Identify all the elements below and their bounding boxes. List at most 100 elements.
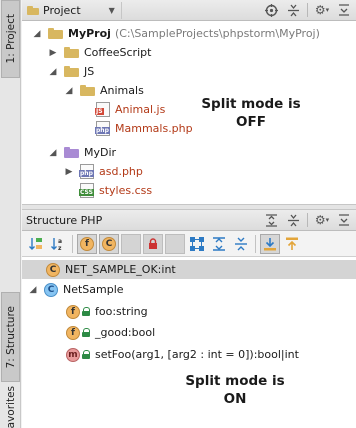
tree-item-asd-php[interactable]: ▶ php asd.php (64, 162, 143, 181)
tree-item-label: JS (84, 65, 95, 78)
toolbar-separator (255, 234, 256, 253)
toolbar-separator (72, 234, 73, 253)
project-panel: Project ▼ ⚙ ▾ ◢ MyProj (C:\SampleProjects… (22, 0, 356, 206)
tree-item-setfoo[interactable]: m setFoo(arg1, [arg2 : int = 0]):bool|in… (66, 345, 299, 364)
autoscroll-to-source-icon[interactable] (260, 233, 280, 254)
php-file-icon: php (95, 121, 110, 136)
collapse-all-structure-icon[interactable] (231, 234, 251, 254)
tree-item-label: setFoo(arg1, [arg2 : int = 0]):bool|int (95, 348, 299, 361)
structure-panel: Structure PHP ⚙ ▾ az f C C NET_SAMPLE_OK… (22, 210, 356, 428)
php-file-icon: php (79, 164, 94, 179)
folder-icon (80, 85, 95, 96)
structure-tool-window-label: 7: Structure (4, 305, 17, 369)
project-header-actions: ⚙ ▾ (263, 2, 352, 18)
method-icon: m (66, 347, 80, 362)
show-non-public-icon[interactable] (143, 233, 163, 254)
expanded-arrow-icon[interactable]: ◢ (28, 285, 38, 295)
expand-all-structure-icon[interactable] (209, 234, 229, 254)
structure-header-actions: ⚙ ▾ (263, 212, 352, 228)
folder-icon (48, 28, 63, 39)
tree-item-styles-css[interactable]: CSS styles.css (79, 181, 153, 200)
favorites-tool-window-button[interactable]: avorites (1, 386, 20, 428)
header-separator (307, 3, 308, 17)
tree-item-foo[interactable]: f foo:string (66, 302, 148, 321)
show-fields-icon[interactable]: f (77, 233, 97, 254)
collapsed-arrow-icon[interactable]: ▶ (64, 167, 74, 177)
field-icon: f (66, 325, 80, 340)
show-properties-icon[interactable] (121, 233, 141, 254)
tree-item-label: NetSample (63, 283, 124, 296)
class-icon: C (44, 282, 58, 297)
expanded-arrow-icon[interactable]: ◢ (32, 29, 42, 39)
sort-alphabetically-icon[interactable]: az (48, 234, 68, 254)
locate-target-icon[interactable] (263, 2, 279, 18)
favorites-tool-window-label: avorites (4, 386, 17, 428)
tree-item-good[interactable]: f _good:bool (66, 323, 155, 342)
tree-item-mydir[interactable]: ◢ MyDir (48, 143, 117, 162)
structure-toolbar: az f C (22, 231, 356, 257)
expanded-arrow-icon[interactable]: ◢ (48, 148, 58, 158)
public-lock-icon (82, 328, 91, 337)
settings-gear-icon[interactable]: ⚙ ▾ (314, 2, 330, 18)
tree-item-coffeescript[interactable]: ▶ CoffeeScript (48, 43, 152, 62)
collapse-all-icon[interactable] (285, 212, 301, 228)
sort-by-type-icon[interactable] (26, 234, 46, 254)
expanded-arrow-icon[interactable]: ◢ (48, 67, 58, 77)
tree-item-label: styles.css (99, 184, 153, 197)
tree-item-label: foo:string (95, 305, 148, 318)
field-icon: f (66, 304, 80, 319)
tree-item-label: Animals (100, 84, 144, 97)
tree-item-label: MyProj (68, 27, 111, 40)
constant-icon: C (46, 262, 60, 277)
project-panel-title: Project (43, 3, 81, 17)
project-panel-header: Project ▼ ⚙ ▾ (22, 0, 356, 21)
autoscroll-from-source-icon[interactable] (282, 234, 302, 254)
show-constants-icon[interactable]: C (99, 233, 119, 254)
settings-gear-icon[interactable]: ⚙ ▾ (314, 212, 330, 228)
structure-panel-header: Structure PHP ⚙ ▾ (22, 210, 356, 231)
tree-item-animal-js[interactable]: JS Animal.js (95, 100, 166, 119)
folder-icon (64, 47, 79, 58)
hide-panel-icon[interactable] (336, 2, 352, 18)
tree-item-label: Animal.js (115, 103, 166, 116)
tree-item-netsample[interactable]: ◢ C NetSample (28, 280, 124, 299)
folder-icon (64, 66, 79, 77)
collapse-all-icon[interactable] (285, 2, 301, 18)
svg-text:z: z (58, 245, 62, 252)
svg-text:a: a (58, 238, 62, 245)
public-lock-icon (82, 307, 91, 316)
tree-item-myproj[interactable]: ◢ MyProj (C:\SampleProjects\phpstorm\MyP… (32, 24, 320, 43)
tree-item-mammals-php[interactable]: php Mammals.php (95, 119, 193, 138)
project-view-selector[interactable]: Project ▼ (24, 1, 122, 19)
note-line: Split mode is (201, 96, 301, 112)
project-tool-window-label: 1: Project (4, 14, 17, 64)
split-mode-on-note: Split mode is ON (176, 372, 294, 408)
folder-icon (64, 147, 79, 158)
structure-panel-title: Structure PHP (26, 213, 103, 227)
structure-tool-window-button[interactable]: 7: Structure (1, 292, 20, 382)
expand-all-icon[interactable] (263, 212, 279, 228)
collapsed-arrow-icon[interactable]: ▶ (48, 48, 58, 58)
css-file-icon: CSS (79, 183, 94, 198)
split-mode-off-note: Split mode is OFF (192, 95, 310, 131)
tree-item-label: NET_SAMPLE_OK:int (65, 263, 176, 276)
tree-item-label: CoffeeScript (84, 46, 152, 59)
expanded-arrow-icon[interactable]: ◢ (64, 86, 74, 96)
tree-item-label: MyDir (84, 146, 117, 159)
js-file-icon: JS (95, 102, 110, 117)
tree-item-label: _good:bool (95, 326, 156, 339)
tree-item-label: asd.php (99, 165, 143, 178)
header-separator (307, 213, 308, 227)
hide-panel-icon[interactable] (336, 212, 352, 228)
tool-window-stripe: 1: Project 7: Structure avorites (0, 0, 21, 428)
project-tool-window-button[interactable]: 1: Project (1, 0, 20, 78)
dropdown-arrow-icon: ▼ (108, 5, 115, 15)
tree-item-path: (C:\SampleProjects\phpstorm\MyProj) (114, 27, 320, 40)
tree-item-net-sample-ok[interactable]: C NET_SAMPLE_OK:int (22, 260, 356, 279)
tree-item-js[interactable]: ◢ JS (48, 62, 95, 81)
tree-item-animals[interactable]: ◢ Animals (64, 81, 144, 100)
folder-icon (27, 5, 39, 15)
note-line: OFF (236, 114, 266, 130)
show-hierarchy-icon[interactable] (187, 234, 207, 254)
show-inherited-icon[interactable] (165, 233, 185, 254)
